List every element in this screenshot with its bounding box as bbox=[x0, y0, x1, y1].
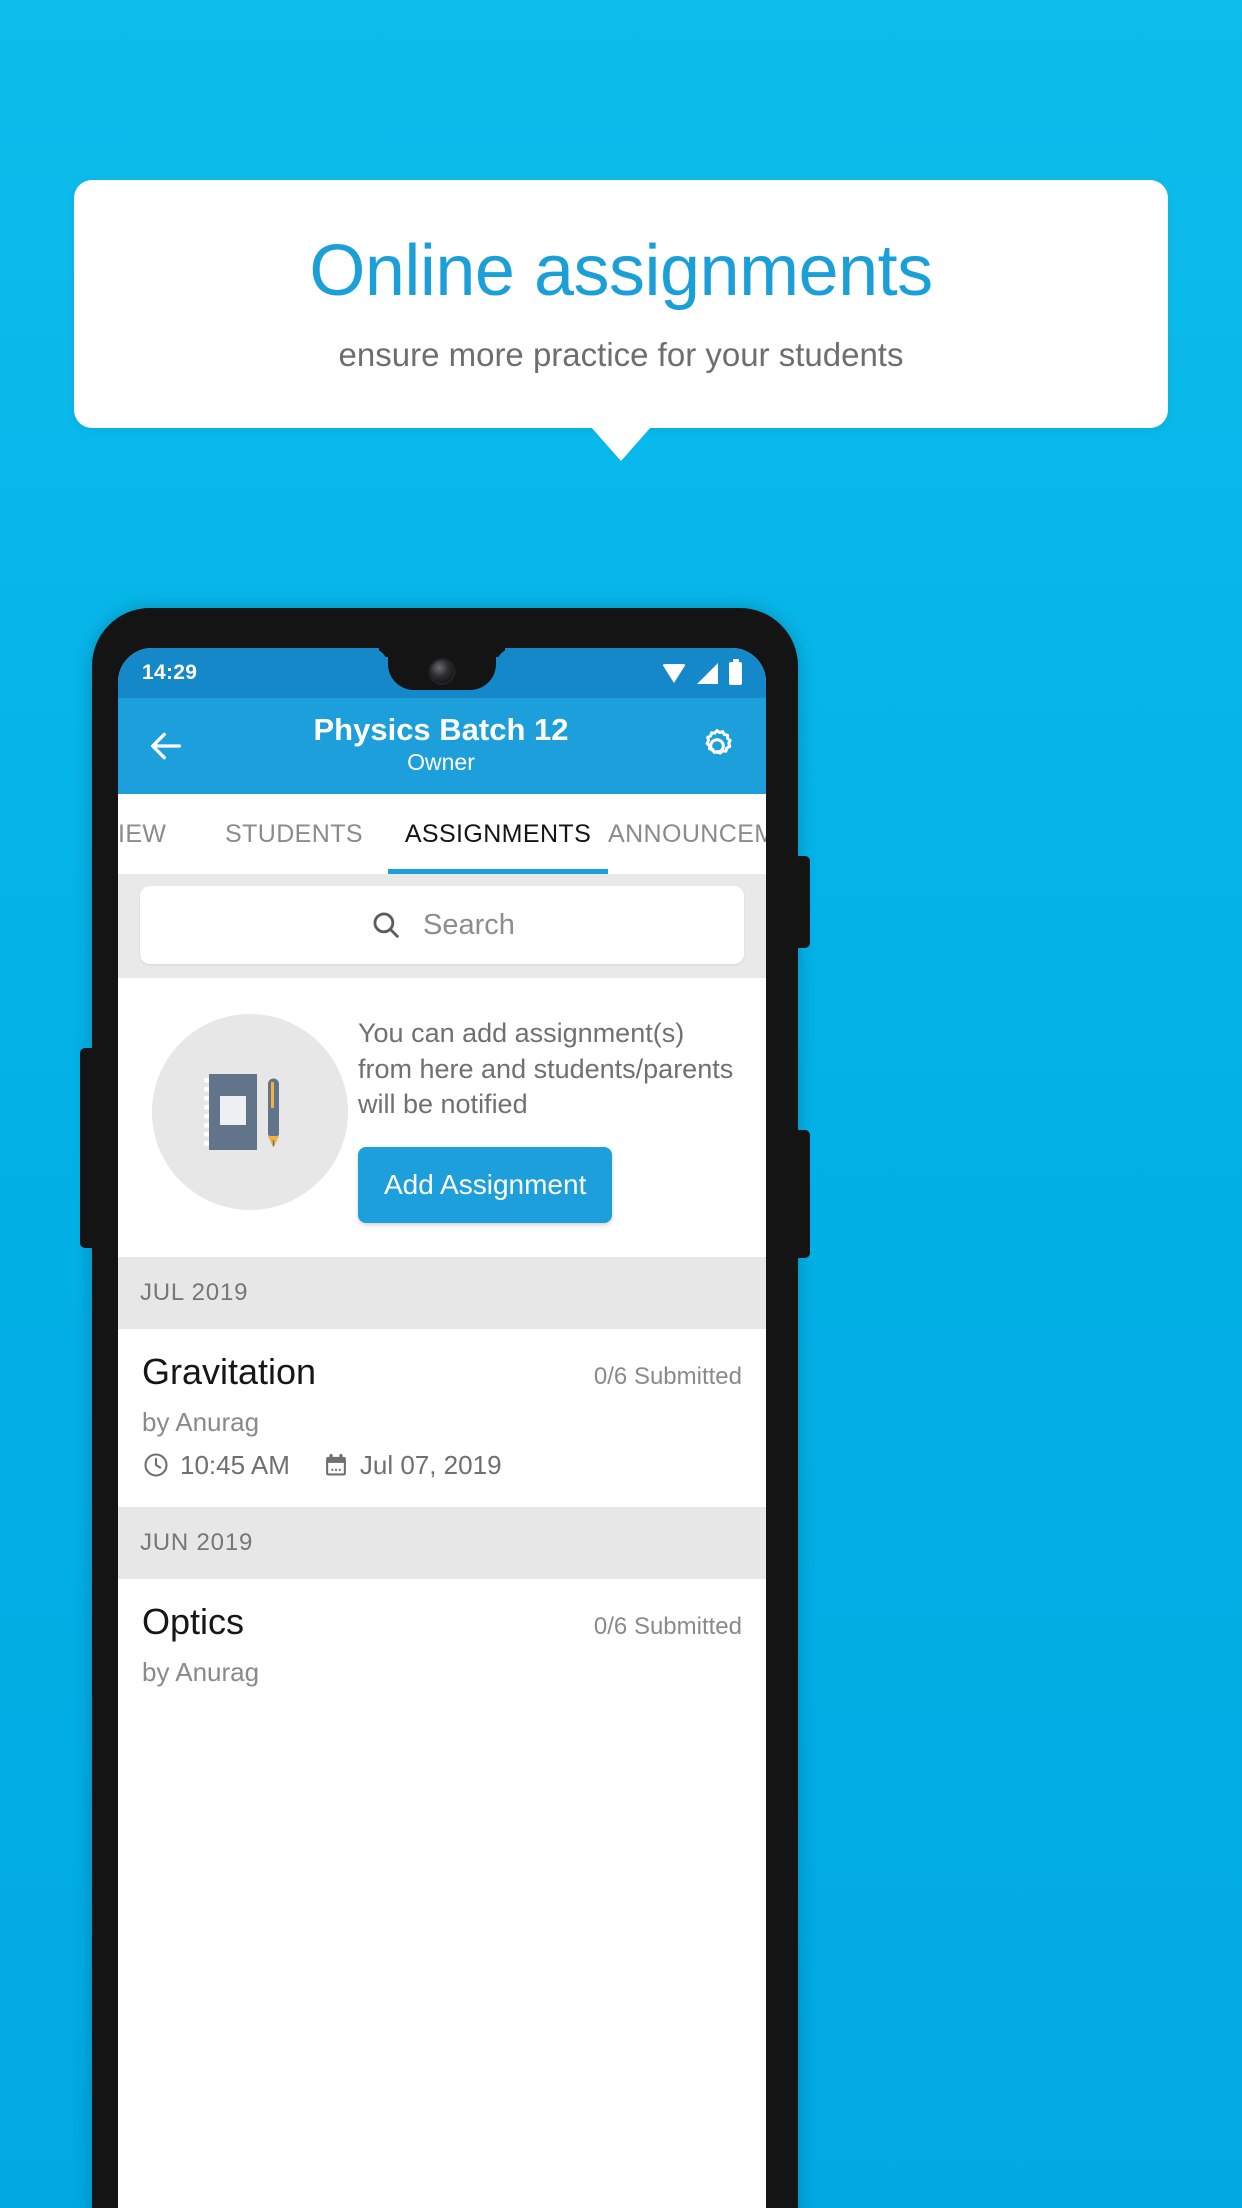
tab-assignments[interactable]: ASSIGNMENTS bbox=[388, 794, 608, 874]
month-header-jul: JUL 2019 bbox=[118, 1256, 766, 1329]
search-icon bbox=[373, 912, 399, 938]
promo-subtitle: ensure more practice for your students bbox=[338, 335, 904, 373]
promo-screenshot: Online assignments ensure more practice … bbox=[0, 0, 1242, 2208]
notebook-and-pen-glyph bbox=[204, 1074, 279, 1150]
phone-power-button[interactable] bbox=[798, 856, 810, 948]
calendar-icon bbox=[322, 1451, 350, 1479]
assignment-title: Gravitation bbox=[142, 1350, 317, 1392]
page-title: Physics Batch 12 bbox=[313, 711, 569, 747]
empty-state-content: You can add assignment(s) from here and … bbox=[358, 1006, 744, 1223]
status-bar: 14:29 bbox=[118, 648, 766, 698]
tab-overview[interactable]: IEW bbox=[118, 794, 200, 874]
assignment-row-gravitation[interactable]: Gravitation 0/6 Submitted by Anurag 10:4… bbox=[118, 1328, 766, 1507]
month-header-jun: JUN 2019 bbox=[118, 1506, 766, 1579]
assignment-row-optics[interactable]: Optics 0/6 Submitted by Anurag bbox=[118, 1578, 766, 1714]
battery-icon bbox=[729, 658, 742, 685]
assignment-author: by Anurag bbox=[142, 1406, 260, 1437]
assignment-submitted-count: 0/6 Submitted bbox=[593, 1362, 742, 1390]
search-container: Search bbox=[118, 874, 766, 978]
add-assignment-button[interactable]: Add Assignment bbox=[358, 1146, 613, 1223]
status-time: 14:29 bbox=[142, 661, 198, 684]
back-button[interactable] bbox=[140, 720, 192, 772]
phone-screen: 14:29 Physics Batch 12 Owner IEW STUDENT… bbox=[118, 648, 766, 2208]
app-bar-titles: Physics Batch 12 Owner bbox=[192, 712, 690, 777]
assignment-row-header: Gravitation 0/6 Submitted bbox=[142, 1351, 742, 1393]
search-input[interactable]: Search bbox=[140, 886, 744, 964]
tab-bar: IEW STUDENTS ASSIGNMENTS ANNOUNCEM bbox=[118, 794, 766, 874]
promo-callout: Online assignments ensure more practice … bbox=[74, 180, 1168, 428]
empty-state-message: You can add assignment(s) from here and … bbox=[358, 1018, 734, 1120]
assignment-meta-row: 10:45 AM Jul 07, 2019 bbox=[142, 1450, 742, 1481]
notebook-and-pen-icon bbox=[152, 1014, 348, 1210]
tab-assignments-label: ASSIGNMENTS bbox=[404, 819, 592, 848]
tab-students-label: STUDENTS bbox=[225, 819, 363, 848]
wifi-icon bbox=[662, 663, 686, 683]
assignment-row-header: Optics 0/6 Submitted bbox=[142, 1601, 742, 1643]
app-bar: Physics Batch 12 Owner bbox=[118, 698, 766, 794]
back-arrow-icon bbox=[151, 732, 181, 760]
gear-icon bbox=[705, 729, 732, 755]
empty-state-card: You can add assignment(s) from here and … bbox=[118, 978, 766, 1257]
tab-overview-label: IEW bbox=[118, 819, 167, 848]
promo-callout-tail bbox=[591, 427, 651, 461]
promo-title: Online assignments bbox=[309, 231, 933, 312]
clock-icon bbox=[142, 1451, 170, 1479]
page-subtitle: Owner bbox=[407, 749, 475, 776]
phone-volume-button[interactable] bbox=[798, 1130, 810, 1258]
phone-side-button-left[interactable] bbox=[80, 1048, 92, 1248]
search-placeholder: Search bbox=[423, 908, 515, 941]
front-camera-icon bbox=[430, 660, 454, 683]
assignment-submitted-count: 0/6 Submitted bbox=[593, 1612, 742, 1640]
tab-announcements[interactable]: ANNOUNCEM bbox=[608, 794, 766, 874]
assignment-author: by Anurag bbox=[142, 1656, 260, 1687]
assignment-date: Jul 07, 2019 bbox=[359, 1449, 502, 1480]
settings-button[interactable] bbox=[690, 719, 744, 773]
assignment-title: Optics bbox=[142, 1600, 245, 1642]
status-icon-group bbox=[662, 658, 742, 685]
phone-notch bbox=[388, 648, 496, 690]
signal-icon bbox=[697, 662, 718, 684]
tab-students[interactable]: STUDENTS bbox=[200, 794, 388, 874]
tab-announcements-label: ANNOUNCEM bbox=[608, 819, 766, 848]
assignment-time: 10:45 AM bbox=[180, 1449, 290, 1480]
